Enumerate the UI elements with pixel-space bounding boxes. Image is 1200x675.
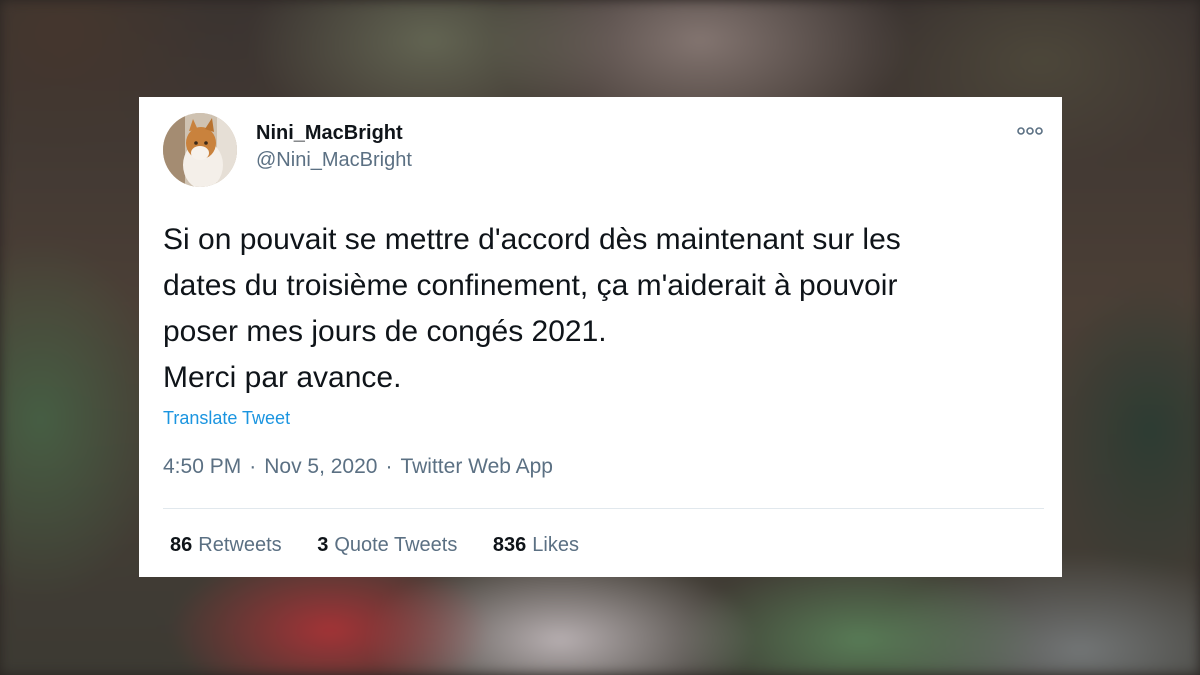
meta-separator: · (249, 455, 257, 478)
tweet-stats: 86 Retweets 3 Quote Tweets 836 Likes (170, 534, 609, 557)
user-handle[interactable]: @Nini_MacBright (256, 145, 412, 175)
tweet-meta: 4:50 PM · Nov 5, 2020 · Twitter Web App (163, 455, 553, 479)
tweet-text-line: Si on pouvait se mettre d'accord dès mai… (163, 223, 901, 256)
tweet-author: Nini_MacBright @Nini_MacBright (256, 121, 412, 175)
avatar[interactable] (163, 113, 237, 187)
retweets-stat[interactable]: 86 Retweets (170, 534, 282, 557)
more-dots-icon[interactable] (1016, 123, 1044, 139)
translate-tweet-link[interactable]: Translate Tweet (163, 408, 290, 429)
tweet-text-line: Merci par avance. (163, 361, 402, 394)
quotes-label: Quote Tweets (334, 534, 458, 556)
likes-stat[interactable]: 836 Likes (493, 534, 579, 557)
divider (163, 508, 1044, 509)
tweet-card: Nini_MacBright @Nini_MacBright Si on pou… (139, 97, 1062, 577)
display-name[interactable]: Nini_MacBright (256, 121, 412, 145)
tweet-date[interactable]: Nov 5, 2020 (264, 455, 377, 478)
tweet-text-line: dates du troisième confinement, ça m'aid… (163, 269, 898, 302)
quotes-count: 3 (317, 534, 329, 556)
tweet-source[interactable]: Twitter Web App (400, 455, 553, 478)
tweet-text: Si on pouvait se mettre d'accord dès mai… (163, 217, 1043, 401)
tweet-text-line: poser mes jours de congés 2021. (163, 315, 607, 348)
likes-count: 836 (492, 534, 527, 556)
likes-label: Likes (532, 534, 579, 556)
tweet-time[interactable]: 4:50 PM (163, 455, 241, 478)
retweets-count: 86 (170, 534, 193, 556)
quote-tweets-stat[interactable]: 3 Quote Tweets (317, 534, 457, 557)
retweets-label: Retweets (198, 534, 282, 556)
meta-separator: · (385, 455, 393, 478)
cat-avatar-image (163, 113, 237, 187)
